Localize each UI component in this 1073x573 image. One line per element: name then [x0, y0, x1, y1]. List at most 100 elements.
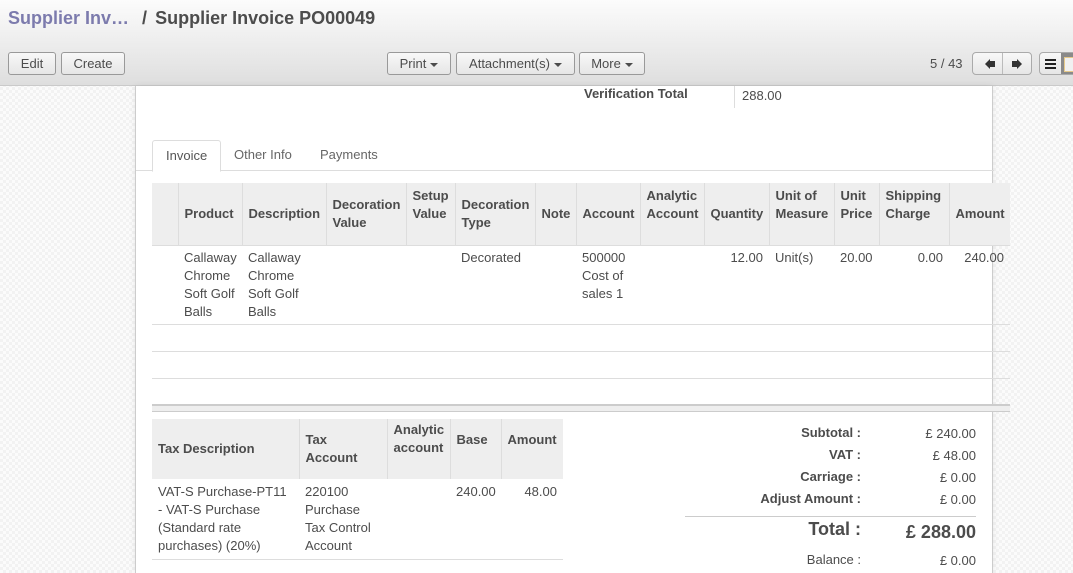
- total-row: Total : £ 288.00: [685, 517, 976, 549]
- caret-down-icon: [624, 62, 633, 67]
- breadcrumb: Supplier Inv… / Supplier Invoice PO00049: [8, 8, 375, 29]
- cell-tax-account: 220100 Purchase Tax Control Account: [299, 479, 387, 560]
- invoice-lines-table: Product Description Decoration Value Set…: [152, 183, 1010, 405]
- more-label: More: [591, 56, 621, 71]
- cell-account: 500000 Cost of sales 1: [576, 245, 640, 325]
- column-header-note[interactable]: Note: [534, 183, 576, 246]
- verification-total-value: 288.00: [742, 88, 782, 103]
- column-header-analytic-account[interactable]: Analytic account: [386, 419, 450, 479]
- table-footer-bar: [152, 404, 1010, 412]
- vat-value: £ 48.00: [932, 448, 976, 463]
- pager-previous-button[interactable]: [973, 53, 1002, 74]
- carriage-label: Carriage :: [800, 469, 861, 484]
- subtotal-row: Subtotal : £ 240.00: [685, 422, 976, 444]
- table-row[interactable]: VAT-S Purchase-PT11 - VAT-S Purchase (St…: [152, 479, 563, 560]
- empty-cell: [152, 324, 1010, 352]
- tab-other-info[interactable]: Other Info: [221, 140, 305, 172]
- carriage-row: Carriage : £ 0.00: [685, 466, 976, 488]
- empty-row: [152, 351, 1010, 379]
- column-header-unit-price[interactable]: Unit Price: [833, 183, 879, 246]
- column-header-decoration-type[interactable]: Decoration Type: [454, 183, 535, 246]
- column-header-setup-value[interactable]: Setup Value: [405, 183, 455, 246]
- cell-base: 240.00: [450, 479, 501, 560]
- table-header-row: Product Description Decoration Value Set…: [152, 183, 1010, 246]
- cell-note: [535, 245, 576, 325]
- column-header-analytic-account[interactable]: Analytic Account: [639, 183, 704, 246]
- table-row[interactable]: Callaway Chrome Soft Golf Balls Callaway…: [152, 245, 1010, 325]
- cell-analytic-account: [387, 479, 450, 560]
- caret-down-icon: [430, 62, 439, 67]
- tab-invoice[interactable]: Invoice: [152, 140, 222, 172]
- pager-buttons: [972, 52, 1032, 75]
- column-header-handle: [152, 183, 178, 246]
- column-header-unit-of-measure[interactable]: Unit of Measure: [768, 183, 834, 246]
- carriage-value: £ 0.00: [939, 470, 976, 485]
- attachments-label: Attachment(s): [469, 56, 550, 71]
- column-header-tax-description[interactable]: Tax Description: [152, 419, 299, 479]
- total-label: Total :: [808, 519, 861, 539]
- balance-value: £ 0.00: [939, 553, 976, 568]
- arrow-right-icon: [1011, 58, 1022, 69]
- attachments-dropdown-button[interactable]: Attachment(s): [456, 52, 575, 75]
- column-header-base[interactable]: Base: [449, 419, 501, 479]
- empty-row: [152, 378, 1010, 405]
- breadcrumb-separator: /: [142, 8, 148, 28]
- balance-label: Balance :: [806, 552, 861, 567]
- field-separator: [734, 86, 735, 108]
- cell-shipping-charge: 0.00: [879, 245, 949, 325]
- empty-row: [152, 324, 1010, 352]
- cell-amount: 240.00: [949, 245, 1010, 325]
- cell-amount: 48.00: [501, 479, 563, 560]
- empty-cell: [152, 378, 1010, 405]
- pager-next-button[interactable]: [1001, 53, 1032, 74]
- arrow-left-icon: [984, 58, 995, 69]
- view-switcher: [1039, 52, 1073, 75]
- column-header-quantity[interactable]: Quantity: [703, 183, 769, 246]
- column-header-tax-account[interactable]: Tax Account: [298, 419, 387, 479]
- list-view-icon-line: [1045, 62, 1056, 65]
- subtotal-label: Subtotal :: [801, 425, 861, 440]
- adjust-amount-label: Adjust Amount :: [760, 491, 861, 506]
- tax-lines-table: Tax Description Tax Account Analytic acc…: [152, 419, 563, 560]
- column-header-amount[interactable]: Amount: [500, 419, 563, 479]
- pager-value: 5 / 43: [930, 56, 963, 71]
- adjust-amount-value: £ 0.00: [939, 492, 976, 507]
- list-view-button[interactable]: [1040, 53, 1061, 74]
- cell-product: Callaway Chrome Soft Golf Balls: [178, 245, 242, 325]
- column-header-amount[interactable]: Amount: [948, 183, 1010, 246]
- verification-total-label: Verification Total: [584, 86, 688, 101]
- column-header-product[interactable]: Product: [177, 183, 242, 246]
- column-header-description[interactable]: Description: [241, 183, 326, 246]
- cell-quantity: 12.00: [704, 245, 769, 325]
- edit-button[interactable]: Edit: [8, 52, 56, 75]
- table-header-row: Tax Description Tax Account Analytic acc…: [152, 419, 563, 479]
- vat-row: VAT : £ 48.00: [685, 444, 976, 466]
- total-value: £ 288.00: [905, 522, 976, 542]
- tab-payments[interactable]: Payments: [307, 140, 391, 172]
- subtotal-value: £ 240.00: [925, 426, 976, 441]
- create-button[interactable]: Create: [61, 52, 125, 75]
- form-view-button[interactable]: [1061, 53, 1073, 74]
- invoice-totals: Subtotal : £ 240.00 VAT : £ 48.00 Carria…: [685, 422, 976, 571]
- cell-unit-price: 20.00: [834, 245, 879, 325]
- control-panel: Supplier Inv… / Supplier Invoice PO00049…: [0, 0, 1073, 86]
- column-header-account[interactable]: Account: [575, 183, 640, 246]
- print-dropdown-button[interactable]: Print: [387, 52, 451, 75]
- column-header-shipping-charge[interactable]: Shipping Charge: [878, 183, 949, 246]
- list-view-icon-line: [1045, 66, 1056, 69]
- cell-decoration-value: [326, 245, 406, 325]
- caret-down-icon: [553, 62, 562, 67]
- row-handle: [152, 245, 178, 325]
- balance-row: Balance : £ 0.00: [685, 549, 976, 571]
- column-header-decoration-value[interactable]: Decoration Value: [325, 183, 406, 246]
- print-label: Print: [399, 56, 427, 71]
- cell-tax-description: VAT-S Purchase-PT11 - VAT-S Purchase (St…: [152, 479, 299, 560]
- vat-label: VAT :: [828, 447, 861, 462]
- adjust-amount-row: Adjust Amount : £ 0.00: [685, 488, 976, 510]
- breadcrumb-parent-link[interactable]: Supplier Inv…: [8, 8, 129, 28]
- notebook-tabs: Invoice Other Info Payments: [136, 140, 994, 172]
- more-dropdown-button[interactable]: More: [579, 52, 645, 75]
- cell-unit-of-measure: Unit(s): [769, 245, 834, 325]
- cell-description: Callaway Chrome Soft Golf Balls: [242, 245, 326, 325]
- cell-decoration-type: Decorated: [455, 245, 535, 325]
